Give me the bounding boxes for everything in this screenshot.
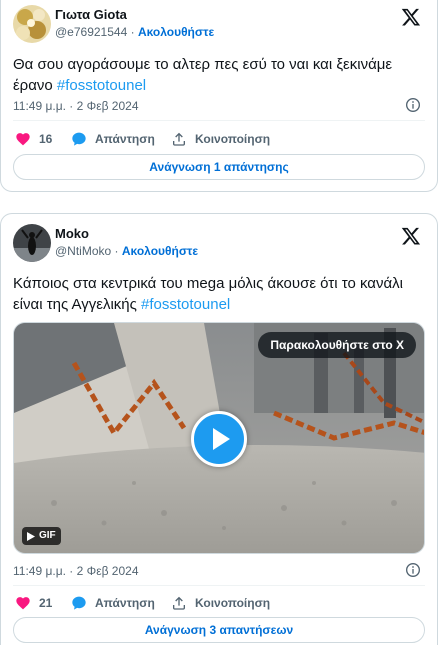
play-icon [213,428,230,450]
reply-label: Απάντηση [95,132,155,146]
x-logo-icon[interactable] [401,7,421,27]
share-label: Κοινοποίηση [195,596,271,610]
user-handle[interactable]: @e76921544 [55,25,127,39]
hashtag-link[interactable]: #fosstotounel [141,296,230,313]
divider [13,585,425,586]
gif-label: GIF [39,530,56,541]
tweet-text: Κάποιος στα κεντρικά του mega μόλις άκου… [13,273,423,315]
reply-button[interactable]: Απάντηση [71,593,155,613]
gif-badge: GIF [22,527,61,545]
action-bar: 21 Απάντηση Κοινοποίηση [13,593,425,613]
share-button[interactable]: Κοινοποίηση [171,129,270,149]
x-logo-icon[interactable] [401,226,421,246]
play-button[interactable] [191,411,247,467]
share-button[interactable]: Κοινοποίηση [171,593,270,613]
read-replies-button[interactable]: Ανάγνωση 3 απαντήσεων [13,617,425,643]
like-count: 21 [39,596,53,610]
reply-button[interactable]: Απάντηση [71,129,155,149]
info-icon[interactable] [405,562,421,578]
action-bar: 16 Απάντηση Κοινοποίηση [13,129,425,149]
follow-button[interactable]: Ακολουθήστε [122,244,198,258]
tweet-timestamp[interactable]: 11:49 μ.μ. · 2 Φεβ 2024 [13,564,139,578]
like-count: 16 [39,132,53,146]
like-button[interactable]: 21 [15,593,52,613]
follow-button[interactable]: Ακολουθήστε [138,25,214,39]
separator-dot: · [130,25,138,39]
like-button[interactable]: 16 [15,129,52,149]
read-replies-button[interactable]: Ανάγνωση 1 απάντησης [13,154,425,180]
tweet-text: Θα σου αγοράσουμε το αλτερ πες εσύ το να… [13,54,423,96]
share-label: Κοινοποίηση [195,132,271,146]
gif-media[interactable]: Παρακολουθήστε στο X GIF [13,322,425,554]
tweet-card: Moko @NtiMoko · Ακολουθήστε Κάποιος στα … [0,213,438,645]
tweet-header: Γιωτα Giota @e76921544 · Ακολουθήστε [13,5,425,45]
handle-row: @NtiMoko · Ακολουθήστε [55,244,198,258]
speech-bubble-icon [72,596,86,610]
heart-icon [16,133,30,146]
divider [13,120,425,121]
separator-dot: · [114,244,122,258]
user-handle[interactable]: @NtiMoko [55,244,111,258]
avatar[interactable] [13,5,51,43]
hashtag-link[interactable]: #fosstotounel [57,77,146,94]
tweet-timestamp[interactable]: 11:49 μ.μ. · 2 Φεβ 2024 [13,99,139,113]
watch-on-x-button[interactable]: Παρακολουθήστε στο X [258,332,416,358]
handle-row: @e76921544 · Ακολουθήστε [55,25,214,39]
play-small-icon [27,531,35,541]
avatar[interactable] [13,224,51,262]
tweet-card: Γιωτα Giota @e76921544 · Ακολουθήστε Θα … [0,0,438,192]
display-name[interactable]: Γιωτα Giota [55,7,127,22]
upload-icon [173,596,185,610]
tweet-header: Moko @NtiMoko · Ακολουθήστε [13,224,425,264]
speech-bubble-icon [72,132,86,146]
heart-icon [16,597,30,610]
reply-label: Απάντηση [95,596,155,610]
info-icon[interactable] [405,97,421,113]
display-name[interactable]: Moko [55,226,89,241]
upload-icon [173,132,185,146]
